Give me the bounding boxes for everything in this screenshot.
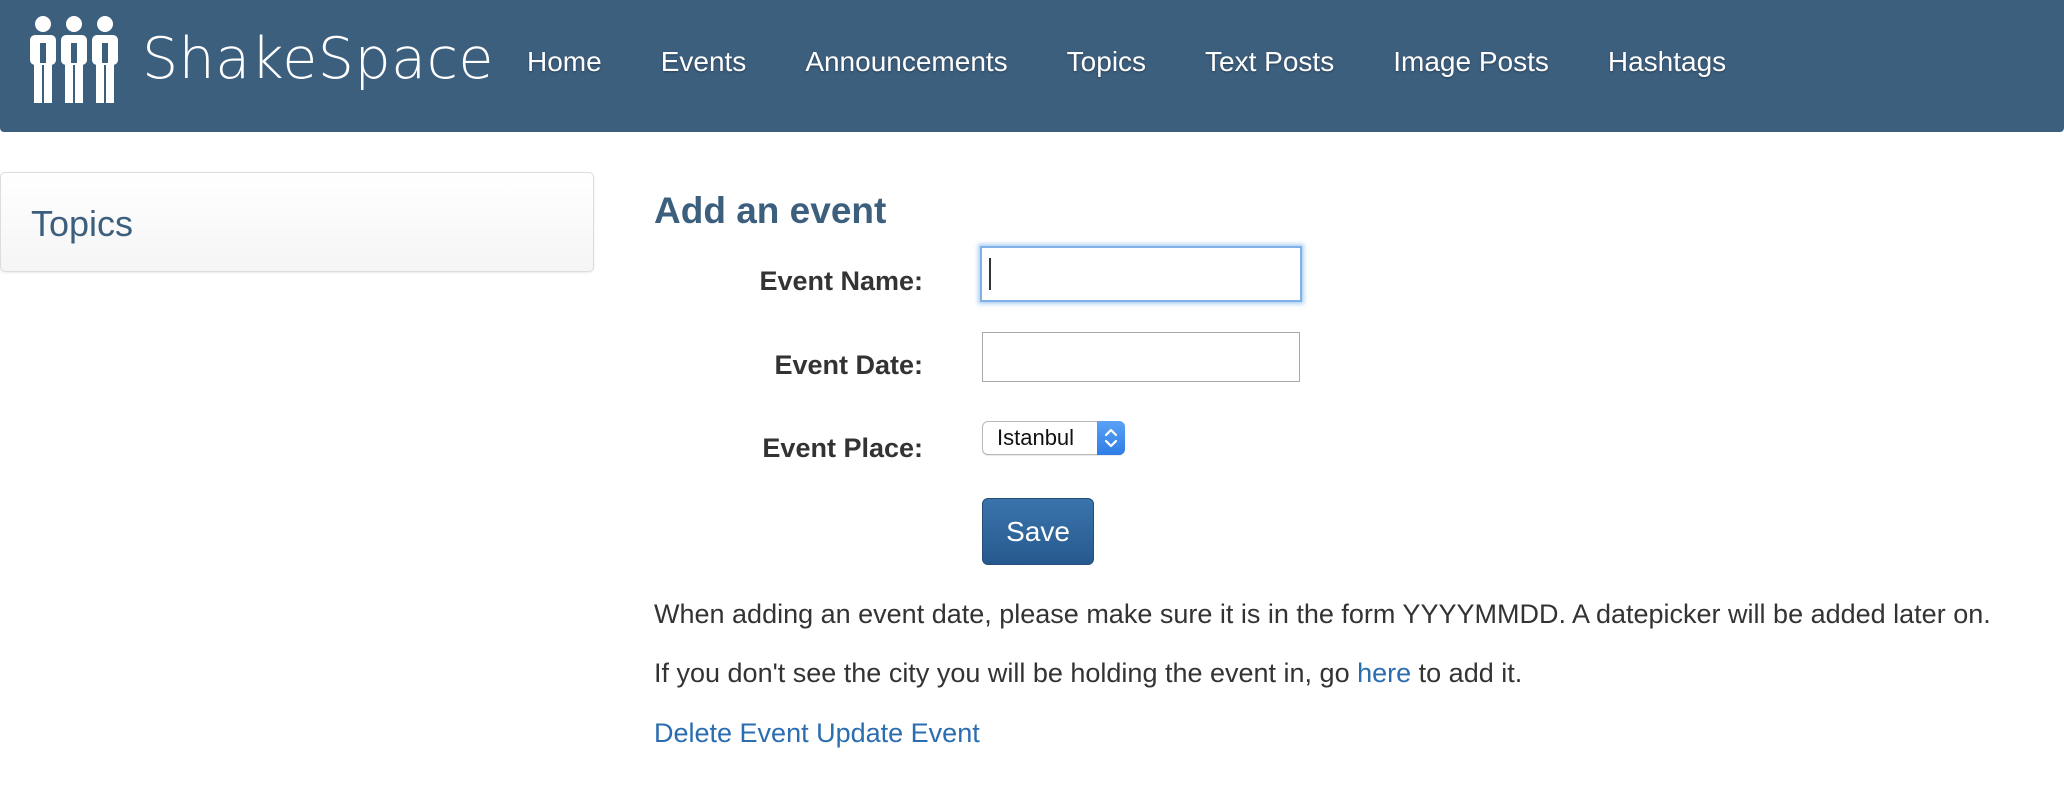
date-format-note: When adding an event date, please make s… xyxy=(654,599,1991,629)
people-group-icon xyxy=(30,16,118,103)
top-navbar: ShakeSpace Home Events Announcements Top… xyxy=(0,0,2064,132)
nav-events[interactable]: Events xyxy=(661,46,747,78)
event-name-input[interactable] xyxy=(980,246,1302,302)
page-title: Add an event xyxy=(654,190,887,231)
event-place-selected: Istanbul xyxy=(997,425,1075,450)
sidebar-title: Topics xyxy=(31,203,134,244)
update-event-link[interactable]: Update Event xyxy=(816,718,980,748)
event-name-label: Event Name: xyxy=(759,266,923,296)
nav-image-posts[interactable]: Image Posts xyxy=(1393,46,1549,78)
text-caret xyxy=(989,258,991,290)
nav-text-posts[interactable]: Text Posts xyxy=(1205,46,1334,78)
event-place-select[interactable]: Istanbul xyxy=(982,421,1125,455)
topics-sidebar-panel: Topics xyxy=(0,172,594,272)
delete-event-link[interactable]: Delete Event xyxy=(654,718,809,748)
brand-name: ShakeSpace xyxy=(142,25,494,92)
city-note-after: to add it. xyxy=(1411,658,1523,688)
updown-chevron-icon xyxy=(1097,421,1125,455)
add-city-link[interactable]: here xyxy=(1357,658,1411,688)
event-place-label: Event Place: xyxy=(762,433,923,463)
brand-link[interactable]: ShakeSpace xyxy=(30,14,494,104)
city-note-before: If you don't see the city you will be ho… xyxy=(654,658,1358,688)
nav-home[interactable]: Home xyxy=(527,46,602,78)
city-note: If you don't see the city you will be ho… xyxy=(654,658,1522,689)
nav-hashtags[interactable]: Hashtags xyxy=(1608,46,1726,78)
nav-announcements[interactable]: Announcements xyxy=(805,46,1007,78)
event-date-label: Event Date: xyxy=(774,350,923,380)
nav-topics[interactable]: Topics xyxy=(1067,46,1146,78)
main-nav: Home Events Announcements Topics Text Po… xyxy=(527,46,1785,78)
event-date-input[interactable] xyxy=(982,332,1300,382)
event-actions: Delete Event Update Event xyxy=(654,718,980,749)
save-button[interactable]: Save xyxy=(982,498,1094,565)
